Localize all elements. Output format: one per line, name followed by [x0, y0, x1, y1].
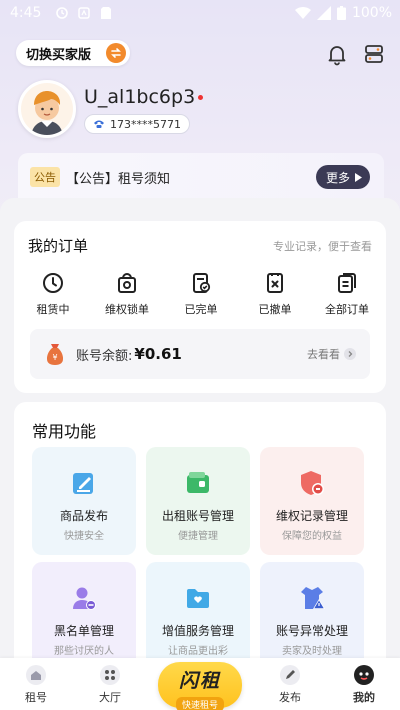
- tab-rent-label: 租号: [25, 691, 47, 704]
- order-locked-label: 维权锁单: [105, 303, 149, 316]
- tile-rights-records-subtitle: 保障您的权益: [282, 531, 342, 542]
- battery-percent: 100%: [351, 5, 392, 21]
- play-arrow-icon: [355, 172, 362, 182]
- tile-product-publish-subtitle: 快捷安全: [64, 531, 104, 542]
- tile-product-publish[interactable]: 商品发布 快捷安全: [32, 447, 136, 555]
- tab-hall[interactable]: 大厅: [80, 664, 140, 705]
- avatar[interactable]: [18, 80, 76, 138]
- orders-card: 我的订单 专业记录，便于查看 租赁中 维权锁单 已完单 已撤单 全部订单 ¥ 账…: [14, 221, 386, 393]
- order-renting-label: 租赁中: [36, 303, 70, 316]
- tile-rental-accounts-title: 出租账号管理: [161, 509, 234, 523]
- notice-tag: 公告: [30, 167, 60, 187]
- username: U_al1bc6p3: [84, 86, 204, 108]
- functions-title: 常用功能: [32, 422, 97, 441]
- quick-rent-subtitle: 快速租号: [175, 697, 224, 710]
- lock-bag-icon: [118, 273, 136, 293]
- cancel-doc-icon: [267, 273, 283, 293]
- order-cancelled-label: 已撤单: [258, 303, 292, 316]
- order-cancelled[interactable]: 已撤单: [240, 271, 310, 317]
- grid-icon: [100, 665, 120, 685]
- orders-title: 我的订单: [28, 237, 89, 255]
- status-dot: [198, 95, 204, 100]
- profile-face-icon: [354, 665, 374, 685]
- swap-icon: [106, 43, 126, 63]
- tile-rental-accounts[interactable]: 出租账号管理 便捷管理: [146, 447, 250, 555]
- order-locked[interactable]: 维权锁单: [92, 271, 162, 317]
- functions-card: 常用功能 商品发布 快捷安全 出租账号管理 便捷管理 维权记录管理 保障您的权益…: [14, 402, 386, 702]
- edit-doc-icon: [73, 473, 93, 494]
- sync-icon: [55, 6, 69, 20]
- tab-publish[interactable]: 发布: [260, 664, 320, 705]
- tile-blacklist-subtitle: 那些讨厌的人: [54, 646, 114, 657]
- order-completed-label: 已完单: [184, 303, 218, 316]
- status-right: 100%: [294, 5, 392, 21]
- wifi-icon: [294, 6, 311, 20]
- battery-icon: [336, 6, 346, 20]
- order-renting[interactable]: 租赁中: [18, 271, 88, 317]
- tile-value-added-subtitle: 让商品更出彩: [168, 646, 228, 657]
- home-icon: [26, 665, 46, 685]
- signal-icon: [316, 6, 331, 20]
- orders-subtitle: 专业记录，便于查看: [273, 240, 372, 253]
- status-bar: 4:45 100%: [0, 0, 400, 28]
- quick-rent-button[interactable]: 闪租 快速租号: [158, 662, 242, 710]
- tile-rights-records[interactable]: 维权记录管理 保障您的权益: [260, 447, 364, 555]
- settings-menu-icon[interactable]: [362, 42, 386, 66]
- balance-amount: ¥0.61: [134, 345, 182, 363]
- tab-mine-label: 我的: [353, 691, 375, 704]
- alert-shirt-icon: [301, 587, 325, 609]
- sd-card-icon: [99, 6, 113, 20]
- status-notification-icons: [55, 6, 113, 20]
- tile-value-added[interactable]: 增值服务管理 让商品更出彩: [146, 562, 250, 670]
- tab-hall-label: 大厅: [99, 691, 121, 704]
- balance-label: 账号余额:: [76, 348, 133, 364]
- phone-badge: 173****5771: [84, 114, 190, 134]
- clock-icon: [43, 273, 63, 293]
- bell-icon[interactable]: [325, 42, 349, 66]
- svg-text:¥: ¥: [52, 353, 57, 362]
- switch-buyer-label: 切换买家版: [26, 47, 92, 63]
- switch-buyer-button[interactable]: 切换买家版: [16, 40, 130, 66]
- tile-rights-records-title: 维权记录管理: [275, 509, 348, 523]
- shield-icon: [301, 471, 324, 495]
- username-text: U_al1bc6p3: [84, 86, 196, 108]
- status-time: 4:45: [10, 5, 42, 21]
- tab-mine[interactable]: 我的: [334, 664, 394, 705]
- tile-product-publish-title: 商品发布: [59, 509, 108, 523]
- check-doc-icon: [193, 273, 211, 293]
- app-notification-icon: [77, 6, 91, 20]
- tab-publish-label: 发布: [279, 691, 301, 704]
- tab-rent[interactable]: 租号: [6, 664, 66, 705]
- list-doc-icon: [338, 273, 356, 293]
- tile-account-exception[interactable]: 账号异常处理 卖家及时处理: [260, 562, 364, 670]
- tile-account-exception-title: 账号异常处理: [275, 624, 348, 638]
- order-completed[interactable]: 已完单: [166, 271, 236, 317]
- block-user-icon: [73, 587, 96, 610]
- order-all-label: 全部订单: [325, 303, 369, 316]
- tile-account-exception-subtitle: 卖家及时处理: [282, 646, 342, 657]
- notice-more-button[interactable]: 更多: [315, 165, 370, 189]
- notice-text: 【公告】租号须知: [66, 171, 171, 187]
- money-bag-icon: ¥: [47, 344, 63, 365]
- chevron-right-icon: [344, 348, 356, 360]
- phone-number: 173****5771: [110, 117, 181, 131]
- quick-rent-title: 闪租: [178, 670, 221, 692]
- order-all[interactable]: 全部订单: [312, 271, 382, 317]
- more-label: 更多: [325, 170, 350, 185]
- pen-icon: [280, 665, 300, 685]
- wallet-icon: [187, 472, 209, 493]
- balance-row[interactable]: ¥ 账号余额: ¥0.61 去看看: [30, 329, 370, 379]
- tile-blacklist[interactable]: 黑名单管理 那些讨厌的人: [32, 562, 136, 670]
- tile-rental-accounts-subtitle: 便捷管理: [178, 531, 218, 542]
- phone-icon: [94, 120, 104, 128]
- notice-bar[interactable]: 公告 【公告】租号须知 更多: [18, 153, 384, 201]
- tile-value-added-title: 增值服务管理: [161, 624, 234, 638]
- folder-heart-icon: [187, 589, 209, 608]
- balance-view-link[interactable]: 去看看: [307, 346, 356, 362]
- balance-view-label: 去看看: [307, 348, 340, 361]
- tile-blacklist-title: 黑名单管理: [53, 624, 114, 638]
